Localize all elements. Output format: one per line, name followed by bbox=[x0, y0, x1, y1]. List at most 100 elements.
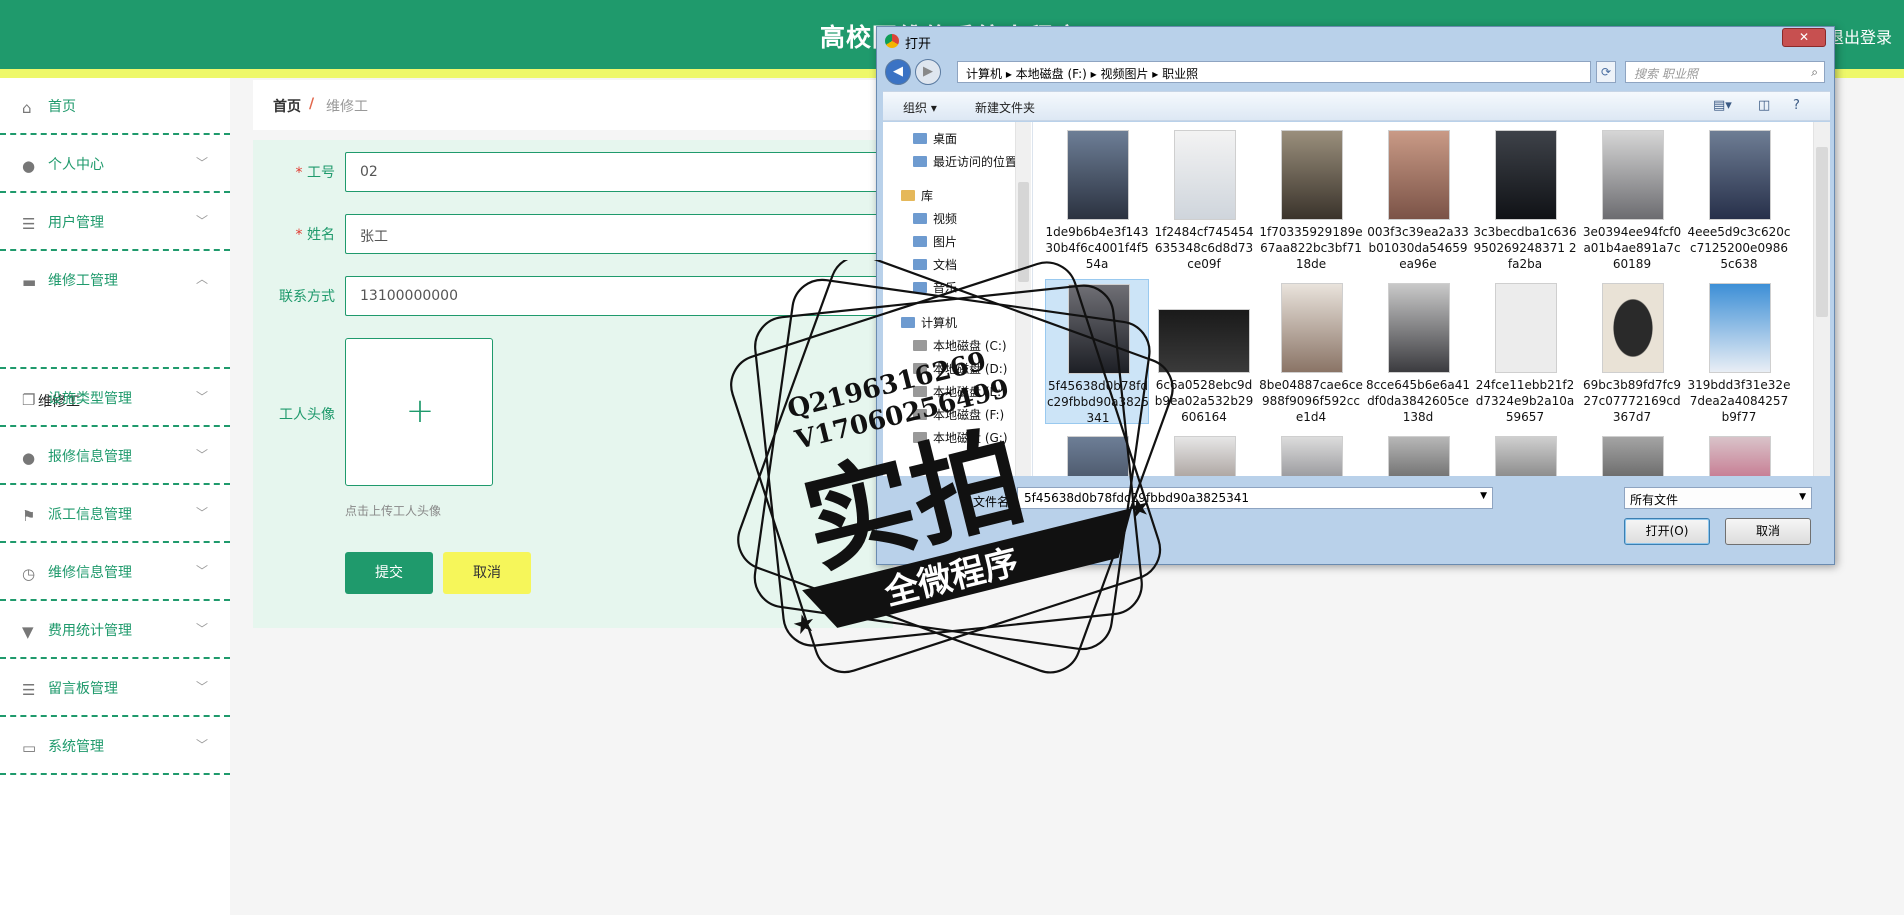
file-list-scrollbar[interactable] bbox=[1813, 122, 1830, 476]
chrome-icon bbox=[885, 34, 899, 48]
file-item[interactable]: 003f3c39ea2a33b01030da54659ea96e bbox=[1366, 126, 1470, 271]
sidebar-item-system[interactable]: ▭ 系统管理 ﹀ bbox=[0, 718, 230, 775]
dropdown-arrow-icon: ▼ bbox=[1480, 491, 1487, 501]
organize-menu[interactable]: 组织 ▾ bbox=[903, 99, 937, 116]
nav-item-pictures[interactable]: 图片 bbox=[913, 233, 957, 250]
worker-id-input[interactable]: 02 bbox=[345, 152, 905, 192]
nav-item-desktop[interactable]: 桌面 bbox=[913, 130, 957, 147]
file-item[interactable]: 4eee5d9c3c620cc7125200e09865c638 bbox=[1687, 126, 1791, 271]
sidebar-item-fees[interactable]: ▼ 费用统计管理 ﹀ bbox=[0, 602, 230, 659]
photo-thumbnail bbox=[1174, 436, 1236, 476]
worker-name-input[interactable]: 张工 bbox=[345, 214, 905, 254]
photo-thumbnail bbox=[1709, 130, 1771, 220]
sidebar-item-facility-types[interactable]: ❐ 设施类型管理 ﹀ bbox=[0, 370, 230, 427]
sidebar-item-users[interactable]: ☰ 用户管理 ﹀ bbox=[0, 194, 230, 251]
sidebar-item-profile[interactable]: ● 个人中心 ﹀ bbox=[0, 136, 230, 193]
file-item[interactable]: 3e0394ee94fcf0a01b4ae891a7c60189 bbox=[1580, 126, 1684, 271]
nav-item-drive-f[interactable]: 本地磁盘 (F:) bbox=[913, 406, 1004, 423]
nav-item-recent[interactable]: 最近访问的位置 bbox=[913, 153, 1017, 170]
sidebar-item-label: 首页 bbox=[48, 99, 76, 115]
sidebar-item-label: 维修工管理 bbox=[48, 273, 118, 289]
file-item[interactable] bbox=[1580, 432, 1684, 476]
nav-item-videos[interactable]: 视频 bbox=[913, 210, 957, 227]
nav-item-drive-d[interactable]: 本地磁盘 (D:) bbox=[913, 360, 1007, 377]
home-icon: ⌂ bbox=[22, 99, 32, 117]
refresh-icon[interactable]: ⟳ bbox=[1596, 61, 1616, 83]
sidebar-item-label: 派工信息管理 bbox=[48, 507, 132, 523]
photo-thumbnail bbox=[1709, 283, 1771, 373]
nav-item-music[interactable]: 音乐 bbox=[913, 279, 957, 296]
phone-input[interactable]: 13100000000 bbox=[345, 276, 905, 316]
field-label-id: * 工号 bbox=[295, 165, 335, 181]
file-item[interactable]: 8cce645b6e6a41df0da3842605ce138d bbox=[1366, 279, 1470, 424]
file-item[interactable] bbox=[1152, 432, 1256, 476]
nav-item-libraries[interactable]: 库 bbox=[901, 187, 933, 204]
field-label-avatar: 工人头像 bbox=[279, 407, 335, 423]
window-icon: ▭ bbox=[22, 739, 37, 757]
copy-icon: ❐ bbox=[22, 391, 36, 409]
file-item[interactable]: 3c3becdba1c636950269248371 2fa2ba bbox=[1473, 126, 1577, 271]
filename-input[interactable]: 5f45638d0b78fdc29fbbd90a3825341 ▼ bbox=[1017, 487, 1493, 509]
photo-thumbnail bbox=[1068, 284, 1130, 374]
photo-thumbnail bbox=[1495, 283, 1557, 373]
open-button[interactable]: 打开(O) bbox=[1624, 518, 1710, 545]
sidebar-item-workers[interactable]: ▬ 维修工管理 ︿ bbox=[0, 252, 230, 369]
filetype-select[interactable]: 所有文件 ▼ bbox=[1624, 487, 1812, 509]
sidebar-item-label: 个人中心 bbox=[48, 157, 104, 173]
file-item-selected[interactable]: 5f45638d0b78fdc29fbbd90a3825341 bbox=[1045, 279, 1149, 425]
help-icon[interactable]: ? bbox=[1793, 98, 1800, 113]
nav-item-drive-g[interactable]: 本地磁盘 (G:) bbox=[913, 429, 1008, 446]
file-item[interactable] bbox=[1045, 432, 1149, 476]
sidebar-item-messages[interactable]: ☰ 留言板管理 ﹀ bbox=[0, 660, 230, 717]
file-item[interactable]: 1f70335929189e67aa822bc3bf7118de bbox=[1259, 126, 1363, 271]
dropdown-arrow-icon: ▼ bbox=[1799, 492, 1806, 502]
dialog-toolbar: 组织 ▾ 新建文件夹 ▤▾ ◫ ? bbox=[883, 91, 1830, 121]
nav-item-drive-e[interactable]: 本地磁盘 (E:) bbox=[913, 383, 1006, 400]
sidebar-item-repairs[interactable]: ◷ 维修信息管理 ﹀ bbox=[0, 544, 230, 601]
file-item[interactable]: 1de9b6b4e3f14330b4f6c4001f4f554a bbox=[1045, 126, 1149, 271]
logout-link[interactable]: 退出登录 bbox=[1828, 24, 1892, 48]
file-item[interactable]: 1f2484cf745454635348c6d8d73ce09f bbox=[1152, 126, 1256, 271]
file-item[interactable]: 319bdd3f31e32e7dea2a4084257b9f77 bbox=[1687, 279, 1791, 424]
dialog-body: 桌面 最近访问的位置 库 视频 图片 文档 音乐 计算机 本地磁盘 (C:) 本… bbox=[883, 122, 1830, 476]
breadcrumb-home[interactable]: 首页 bbox=[273, 96, 301, 116]
cancel-button[interactable]: 取消 bbox=[443, 552, 531, 594]
sidebar-item-repair-requests[interactable]: ● 报修信息管理 ﹀ bbox=[0, 428, 230, 485]
file-item[interactable] bbox=[1366, 432, 1470, 476]
dialog-title: 打开 bbox=[905, 37, 932, 52]
chevron-down-icon: ﹀ bbox=[195, 738, 208, 752]
chevron-down-icon: ﹀ bbox=[195, 390, 208, 404]
chevron-down-icon: ﹀ bbox=[195, 506, 208, 520]
file-item[interactable]: 69bc3b89fd7fc927c07772169cd367d7 bbox=[1580, 279, 1684, 424]
preview-pane-icon[interactable]: ◫ bbox=[1758, 98, 1770, 113]
file-item[interactable]: 24fce11ebb21f2d7324e9b2a10a59657 bbox=[1473, 279, 1577, 424]
sidebar-item-label: 费用统计管理 bbox=[48, 623, 132, 639]
search-input[interactable]: 搜索 职业照 ⌕ bbox=[1625, 61, 1825, 83]
nav-scrollbar[interactable] bbox=[1015, 122, 1031, 476]
file-item[interactable] bbox=[1687, 432, 1791, 476]
avatar-upload[interactable]: + bbox=[345, 338, 493, 486]
view-options-icon[interactable]: ▤▾ bbox=[1713, 98, 1732, 113]
nav-item-computer[interactable]: 计算机 bbox=[901, 314, 957, 331]
file-item[interactable]: 8be04887cae6ce988f9096f592cce1d4 bbox=[1259, 279, 1363, 424]
chevron-down-icon: ﹀ bbox=[195, 448, 208, 462]
forward-icon[interactable]: ▶ bbox=[915, 59, 941, 85]
file-item[interactable] bbox=[1473, 432, 1577, 476]
nav-item-documents[interactable]: 文档 bbox=[913, 256, 957, 273]
navigation-pane: 桌面 最近访问的位置 库 视频 图片 文档 音乐 计算机 本地磁盘 (C:) 本… bbox=[883, 122, 1033, 476]
user-icon: ● bbox=[22, 449, 36, 467]
nav-item-drive-c[interactable]: 本地磁盘 (C:) bbox=[913, 337, 1007, 354]
file-item[interactable] bbox=[1259, 432, 1363, 476]
chevron-down-icon: ﹀ bbox=[195, 156, 208, 170]
dialog-cancel-button[interactable]: 取消 bbox=[1725, 518, 1811, 545]
new-folder-button[interactable]: 新建文件夹 bbox=[975, 99, 1035, 116]
photo-thumbnail bbox=[1495, 130, 1557, 220]
dialog-close-button[interactable]: ✕ bbox=[1782, 28, 1826, 47]
file-item[interactable]: 6c6a0528ebc9db9ea02a532b29606164 bbox=[1152, 279, 1256, 424]
photo-thumbnail bbox=[1602, 283, 1664, 373]
back-icon[interactable]: ◀ bbox=[885, 59, 911, 85]
submit-button[interactable]: 提交 bbox=[345, 552, 433, 594]
address-bar[interactable]: 计算机 ▸ 本地磁盘 (F:) ▸ 视频图片 ▸ 职业照 bbox=[957, 61, 1591, 83]
sidebar-item-dispatch[interactable]: ⚑ 派工信息管理 ﹀ bbox=[0, 486, 230, 543]
sidebar-item-home[interactable]: ⌂ 首页 bbox=[0, 78, 230, 135]
